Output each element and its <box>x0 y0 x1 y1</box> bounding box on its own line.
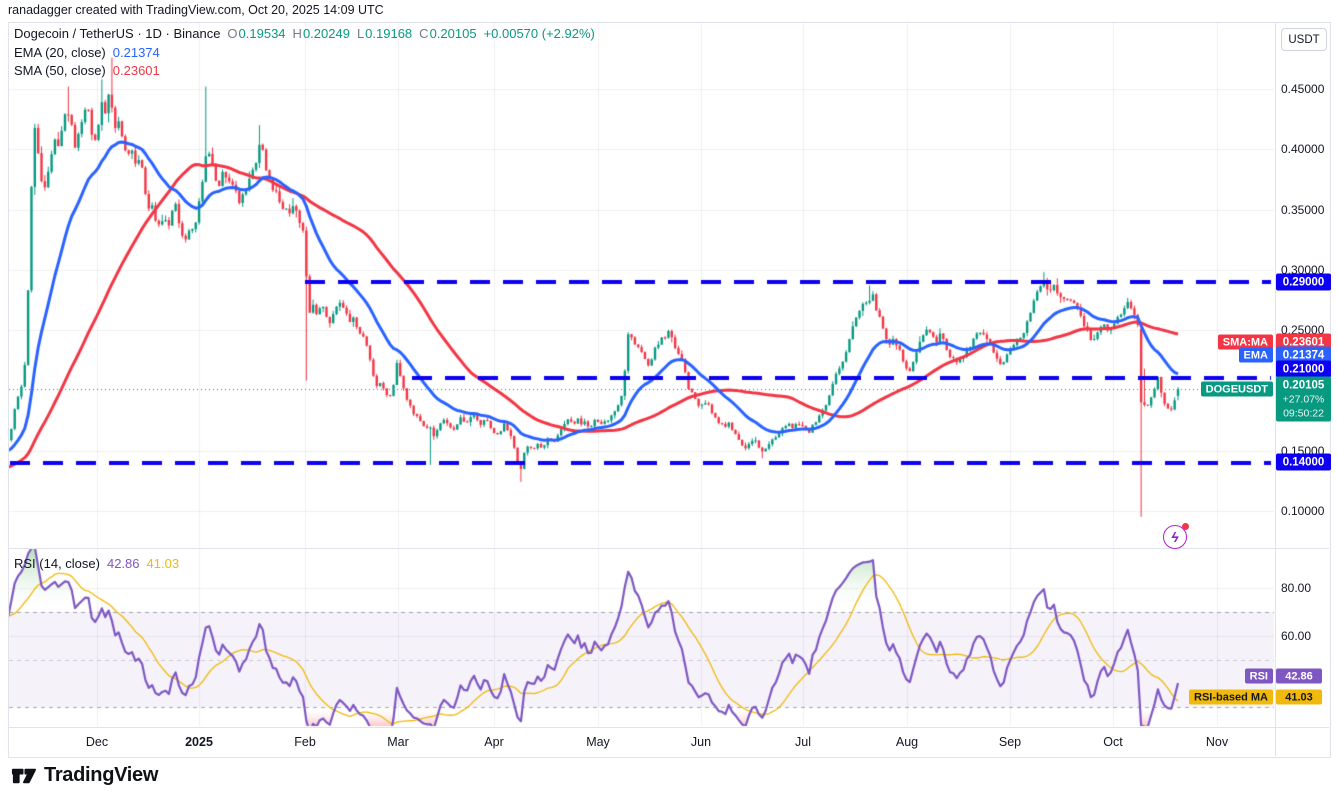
rsi-legend-name: RSI (14, close) <box>14 556 100 571</box>
time-tick-label: Nov <box>1206 735 1228 749</box>
support-level-badge-low: 0.14000 <box>1276 454 1331 471</box>
sma-legend-name: SMA (50, close) <box>14 63 106 78</box>
lightning-bolt-icon: ϟ <box>1171 530 1178 544</box>
flash-boost-icon[interactable]: ϟ <box>1163 525 1187 549</box>
rsi-ma-line-label: RSI-based MA <box>1189 690 1273 705</box>
rsi-line-label: RSI <box>1245 669 1273 684</box>
support-level-badge: 0.21000 <box>1276 361 1331 378</box>
session-change: +27.07% <box>1283 392 1325 406</box>
sma-legend-value: 0.23601 <box>113 63 160 78</box>
ohlc-open: O0.19534 <box>227 26 285 41</box>
bar-countdown: 09:50:22 <box>1283 406 1324 420</box>
time-axis[interactable]: Dec 2025 Feb Mar Apr May Jun Jul Aug Sep Oct Nov <box>0 728 1337 756</box>
ema-legend-value: 0.21374 <box>113 45 160 60</box>
time-tick-label: Dec <box>86 735 108 749</box>
chart-frame <box>8 22 1331 758</box>
time-tick-label: Oct <box>1103 735 1122 749</box>
price-tick-label: 0.35000 <box>1281 203 1324 217</box>
pane-separator[interactable] <box>9 548 1329 549</box>
time-tick-label: Apr <box>484 735 503 749</box>
notification-dot <box>1182 523 1189 530</box>
rsi-legend-value: 42.86 <box>107 556 140 571</box>
time-tick-label: Mar <box>387 735 409 749</box>
last-price-badge: 0.20105 +27.07% 09:50:22 <box>1276 377 1331 422</box>
price-tick-label: 0.10000 <box>1281 504 1324 518</box>
ohlc-close: C0.20105 <box>419 26 476 41</box>
time-tick-label: Jun <box>691 735 711 749</box>
price-tick-label: 0.40000 <box>1281 142 1324 156</box>
ohlc-high: H0.20249 <box>293 26 350 41</box>
tradingview-logo-mark <box>10 762 37 789</box>
change-value: +0.00570 (+2.92%) <box>484 26 595 41</box>
ema-legend-row[interactable]: EMA (20, close) 0.21374 <box>14 45 160 60</box>
symbol-title: Dogecoin / TetherUS · 1D · Binance <box>14 26 220 41</box>
time-tick-label: Aug <box>896 735 918 749</box>
rsi-ma-value-badge: 41.03 <box>1276 690 1322 705</box>
time-tick-label: Feb <box>294 735 316 749</box>
rsi-tick-label: 80.00 <box>1281 581 1311 595</box>
symbol-legend-row[interactable]: Dogecoin / TetherUS · 1D · Binance O0.19… <box>14 26 595 41</box>
rsi-ma-legend-value: 41.03 <box>147 556 180 571</box>
tradingview-logo[interactable]: TradingView <box>10 762 158 789</box>
price-tick-label: 0.45000 <box>1281 82 1324 96</box>
rsi-value-badge: 42.86 <box>1276 669 1322 684</box>
resistance-level-badge: 0.29000 <box>1276 274 1331 291</box>
time-tick-label: Jul <box>795 735 811 749</box>
rsi-tick-label: 60.00 <box>1281 629 1311 643</box>
tradingview-logo-text: TradingView <box>44 764 158 787</box>
rsi-legend-row[interactable]: RSI (14, close) 42.86 41.03 <box>14 556 179 571</box>
time-tick-label: Sep <box>999 735 1021 749</box>
ema-legend-name: EMA (20, close) <box>14 45 106 60</box>
last-price: 0.20105 <box>1283 378 1325 392</box>
time-tick-label: 2025 <box>185 735 213 749</box>
symbol-price-label: DOGEUSDT <box>1201 382 1273 397</box>
ohlc-low: L0.19168 <box>357 26 412 41</box>
ema-line-label: EMA <box>1239 348 1273 363</box>
attribution-text: ranadagger created with TradingView.com,… <box>8 3 384 17</box>
time-tick-label: May <box>586 735 610 749</box>
sma-legend-row[interactable]: SMA (50, close) 0.23601 <box>14 63 160 78</box>
